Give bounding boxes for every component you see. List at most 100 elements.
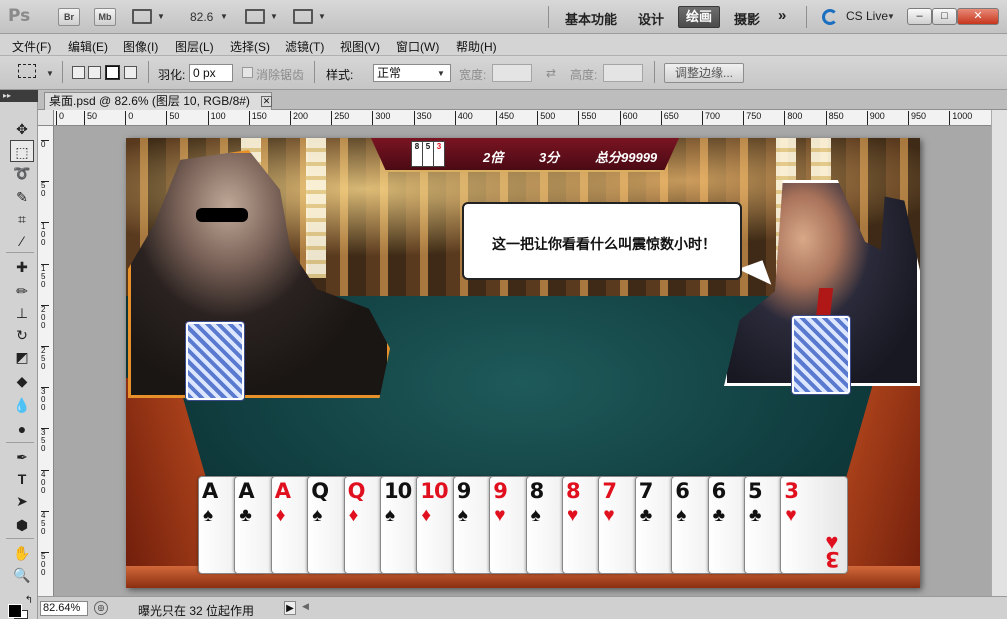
card-rank: Q [311, 479, 329, 503]
workspace-design[interactable]: 设计 [638, 9, 664, 28]
healing-brush-tool-icon[interactable]: ✚ [10, 256, 34, 278]
path-selection-tool-icon[interactable]: ➤ [10, 490, 34, 512]
screen-mode-icon[interactable] [293, 9, 313, 24]
hand-card[interactable]: 3 ♥ ♥ 3 [780, 476, 849, 574]
screen-mode-caret-icon[interactable]: ▼ [318, 12, 326, 21]
menu-edit[interactable]: 编辑(E) [68, 38, 108, 55]
ruler-tick-label: 0 [41, 140, 49, 149]
height-input[interactable] [603, 64, 643, 82]
ruler-tick-label: 250 [41, 346, 49, 371]
new-selection-icon[interactable] [72, 66, 85, 79]
document-info-icon[interactable]: ◎ [94, 601, 108, 615]
background-pillar [306, 138, 326, 278]
card-rank: A [274, 479, 291, 503]
status-menu-arrow-icon[interactable]: ▶ [284, 601, 296, 615]
refine-edge-button[interactable]: 调整边缘... [664, 63, 744, 83]
vertical-ruler[interactable]: 0 50 100 150 200 250 300 350 400 450 500 [38, 126, 54, 596]
separator [806, 6, 807, 28]
eyedropper-tool-icon[interactable]: ⁄ [10, 230, 34, 252]
marquee-preset-icon[interactable] [18, 64, 36, 78]
antialias-checkbox[interactable] [242, 67, 253, 78]
mini-bridge-button[interactable]: Mb [94, 8, 116, 26]
dodge-tool-icon[interactable]: ● [10, 418, 34, 440]
close-button[interactable]: ✕ [957, 8, 999, 25]
brush-tool-icon[interactable]: ✏ [10, 280, 34, 302]
document-canvas[interactable]: 8 5 3 2倍 3分 总分99999 这一把让你看看什么叫震惊数小时！ A ♠ A… [126, 138, 920, 588]
lasso-tool-icon[interactable]: ➰ [10, 162, 34, 184]
close-document-icon[interactable]: ✕ [261, 96, 272, 107]
width-input[interactable] [492, 64, 532, 82]
zoom-tool-icon[interactable]: 🔍 [10, 564, 34, 586]
horizontal-ruler[interactable]: 0 50 0 50 100 150 200 250 300 350 400 450 500 550 600 6… [54, 110, 991, 126]
ruler-tick-label: 200 [41, 304, 49, 330]
pen-tool-icon[interactable]: ✒ [10, 446, 34, 468]
card-corner-rank: 3 [825, 547, 841, 571]
arrange-caret-icon[interactable]: ▼ [270, 12, 278, 21]
photoshop-logo: Ps [8, 6, 31, 26]
workspace-essentials[interactable]: 基本功能 [565, 9, 617, 28]
ruler-tick-label: 500 [537, 111, 555, 125]
ruler-tick-label: 100 [207, 111, 226, 125]
maximize-button[interactable]: □ [932, 8, 957, 25]
card-suit-icon: ♠ [385, 505, 396, 526]
view-extras-icon[interactable] [132, 9, 152, 24]
crop-tool-icon[interactable]: ⌗ [10, 208, 34, 230]
minimize-button[interactable]: – [907, 8, 932, 25]
document-tab-bar: 桌面.psd @ 82.6% (图层 10, RGB/8#) ✕ [38, 90, 1007, 110]
workspace-photography[interactable]: 摄影 [734, 9, 760, 28]
hand-tool-icon[interactable]: ✋ [10, 542, 34, 564]
intersect-selection-icon[interactable] [124, 66, 137, 79]
score-banner: 8 5 3 2倍 3分 总分99999 [371, 138, 679, 172]
feather-input[interactable]: 0 px [189, 64, 233, 82]
separator [654, 61, 655, 83]
foreground-color-swatch[interactable] [8, 604, 22, 618]
menu-select[interactable]: 选择(S) [230, 38, 270, 55]
paint-bucket-tool-icon[interactable]: ◆ [10, 370, 34, 392]
view-extras-caret-icon[interactable]: ▼ [157, 12, 165, 21]
workspace-painting[interactable]: 绘画 [678, 6, 720, 28]
blur-tool-icon[interactable]: 💧 [10, 394, 34, 416]
toolbar-collapse-strip[interactable]: ▸▸ [0, 90, 38, 102]
clone-stamp-tool-icon[interactable]: ⊥ [10, 302, 34, 324]
swap-dimensions-icon[interactable]: ⇄ [546, 66, 556, 80]
swap-colors-icon[interactable]: ↰ [22, 590, 36, 612]
zoom-caret-icon[interactable]: ▼ [220, 12, 228, 21]
separator [6, 442, 34, 443]
cs-live-menu[interactable]: CS Live [846, 9, 888, 23]
menu-filter[interactable]: 滤镜(T) [285, 38, 324, 55]
scroll-left-icon[interactable]: ◀ [302, 601, 309, 612]
shape-tool-icon[interactable]: ⬢ [10, 514, 34, 536]
move-tool-icon[interactable]: ✥ [10, 118, 34, 140]
add-to-selection-icon[interactable] [88, 66, 101, 79]
preset-caret-icon[interactable]: ▼ [46, 69, 54, 78]
vertical-scrollbar[interactable] [991, 110, 1007, 596]
type-tool-icon[interactable]: T [10, 468, 34, 490]
document-tab[interactable]: 桌面.psd @ 82.6% (图层 10, RGB/8#) ✕ [44, 92, 272, 110]
menu-file[interactable]: 文件(F) [12, 38, 51, 55]
menu-image[interactable]: 图像(I) [123, 38, 158, 55]
arrange-documents-icon[interactable] [245, 9, 265, 24]
ruler-tick-label: 50 [166, 111, 179, 125]
menu-view[interactable]: 视图(V) [340, 38, 380, 55]
card-rank: 3 [784, 479, 799, 503]
bridge-button[interactable]: Br [58, 8, 80, 26]
zoom-level[interactable]: 82.6 [190, 10, 213, 24]
menu-layer[interactable]: 图层(L) [175, 38, 214, 55]
card-suit-icon: ♣ [239, 505, 252, 526]
eraser-tool-icon[interactable]: ◩ [10, 346, 34, 368]
ruler-tick-label: 0 [125, 111, 133, 125]
rectangular-marquee-tool-icon[interactable]: ⬚ [10, 140, 34, 162]
more-workspaces-icon[interactable]: » [778, 7, 786, 24]
cs-live-icon [822, 9, 838, 25]
canvas-workarea[interactable]: 8 5 3 2倍 3分 总分99999 这一把让你看看什么叫震惊数小时！ A ♠ A… [54, 126, 991, 596]
style-caret-icon[interactable]: ▼ [437, 69, 445, 78]
status-zoom-field[interactable]: 82.64% [40, 601, 88, 616]
ruler-origin[interactable] [38, 110, 54, 126]
menu-window[interactable]: 窗口(W) [396, 38, 439, 55]
history-brush-tool-icon[interactable]: ↻ [10, 324, 34, 346]
subtract-selection-icon[interactable] [106, 66, 119, 79]
cs-live-caret-icon[interactable]: ▼ [887, 12, 895, 21]
menu-help[interactable]: 帮助(H) [456, 38, 497, 55]
ruler-tick-label: 300 [41, 387, 49, 412]
quick-selection-tool-icon[interactable]: ✎ [10, 186, 34, 208]
